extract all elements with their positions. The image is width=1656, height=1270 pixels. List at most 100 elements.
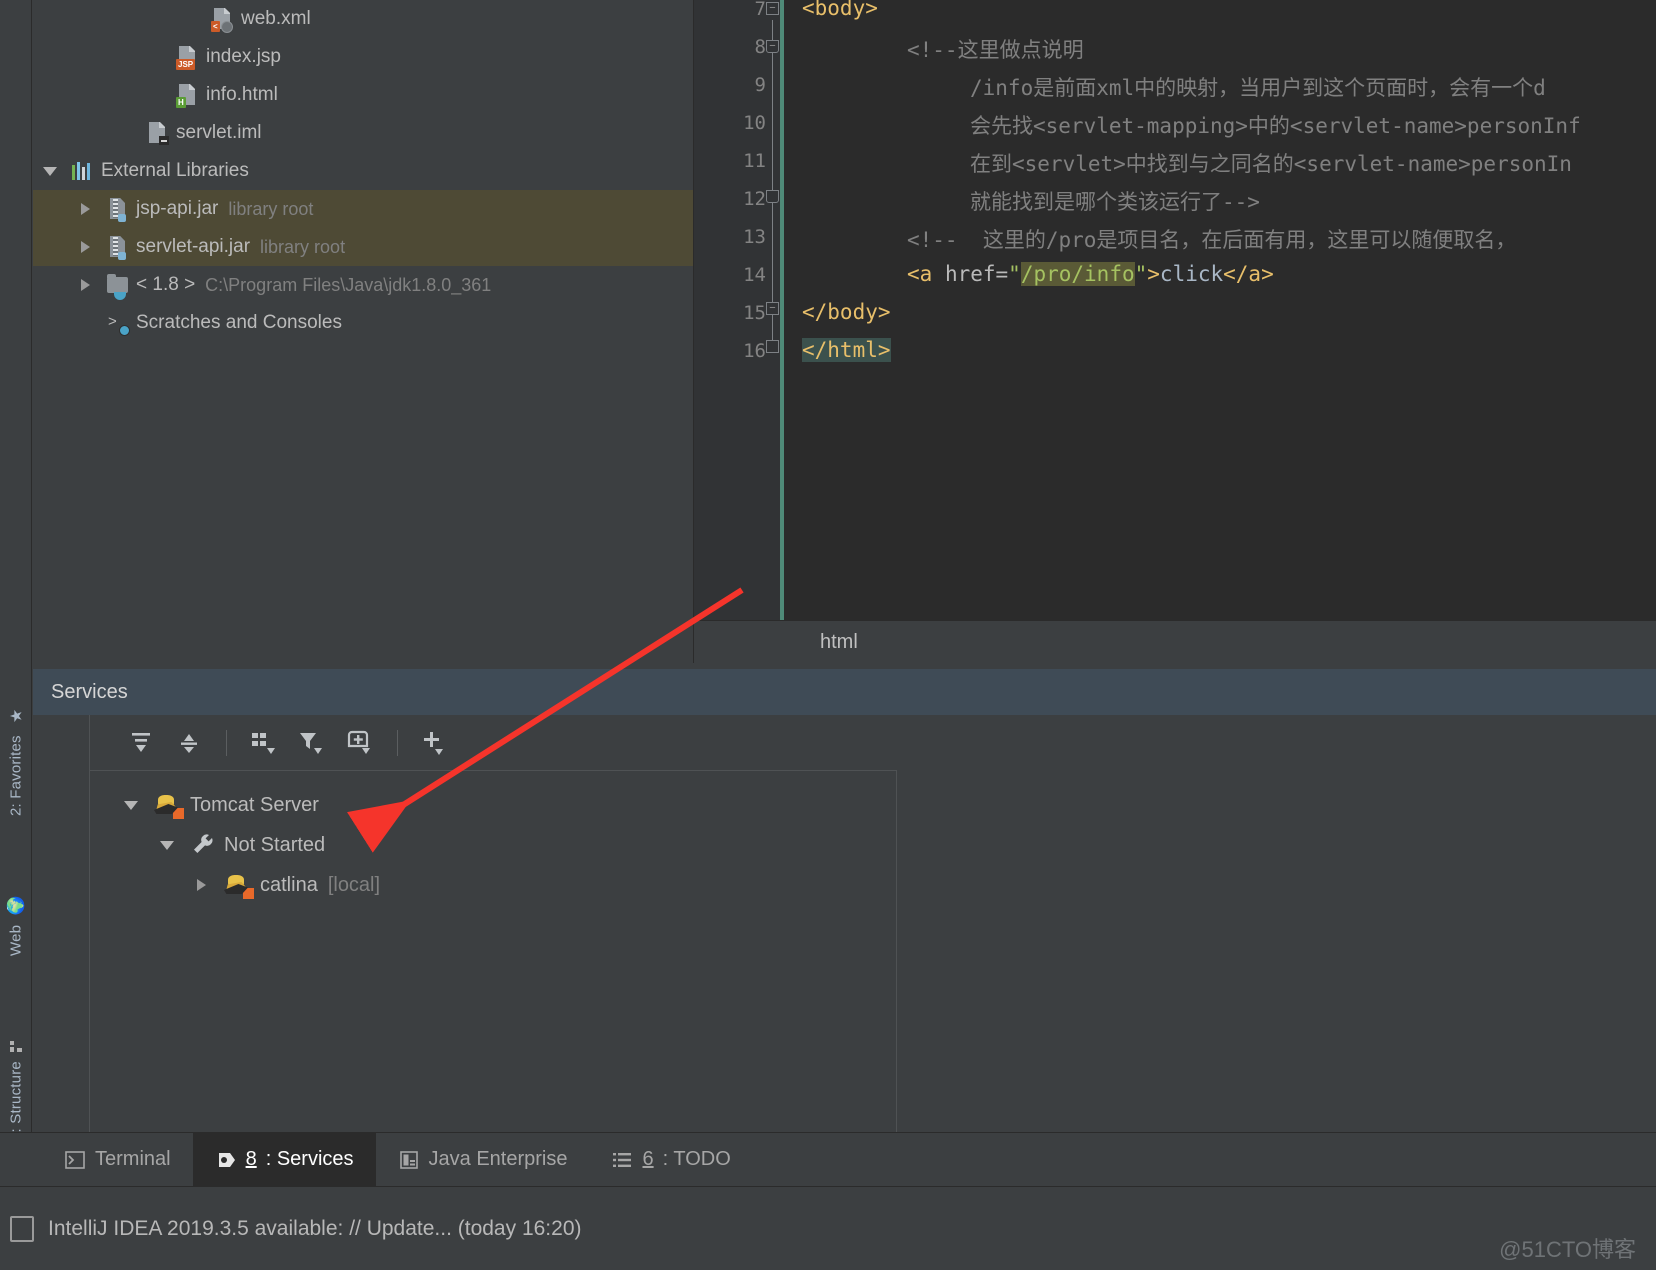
- status-widget-icon[interactable]: [10, 1215, 34, 1242]
- star-icon: ★: [6, 708, 26, 726]
- project-tool-window: < web.xml JSP index.jsp Hinfo.html servlet.im…: [33, 0, 694, 663]
- tree-item-jsp-api[interactable]: jsp-api.jar library root: [33, 190, 693, 228]
- services-left-rail: [66, 715, 90, 1132]
- chevron-down-icon[interactable]: [160, 837, 176, 853]
- tree-item-jdk[interactable]: < 1.8 > C:\Program Files\Java\jdk1.8.0_36…: [33, 266, 693, 304]
- expand-all-icon[interactable]: [120, 722, 162, 764]
- services-tree[interactable]: Tomcat Server Not Started catlina [local]: [89, 771, 897, 1132]
- service-item-label: Not Started: [224, 833, 326, 856]
- jar-icon: [104, 196, 130, 222]
- code-token: <a: [907, 262, 945, 286]
- wrench-icon: [190, 832, 216, 858]
- terminal-icon: [64, 1149, 86, 1171]
- line-number: 12: [743, 188, 766, 210]
- code-line[interactable]: 就能找到是哪个类该运行了-->: [970, 186, 1260, 216]
- tree-item-label: index.jsp: [206, 46, 281, 67]
- tree-item-servlet-api[interactable]: servlet-api.jar library root: [33, 228, 693, 266]
- line-number: 7: [754, 0, 766, 20]
- code-token: <!--这里做点说明: [907, 38, 1084, 62]
- editor-gutter: 7 8 9 10 11 12 13 14 15 16 − − −: [694, 0, 784, 620]
- tab-java-enterprise[interactable]: Java Enterprise: [376, 1133, 590, 1187]
- services-tool-window: Tomcat Server Not Started catlina [local]: [33, 715, 1656, 1132]
- tree-item-scratches[interactable]: > Scratches and Consoles: [33, 304, 693, 342]
- structure-label: 7: Structure: [7, 1061, 25, 1141]
- tree-item-label: info.html: [206, 84, 278, 105]
- chevron-right-icon[interactable]: [78, 239, 94, 255]
- tab-services[interactable]: 8: Services: [192, 1132, 376, 1187]
- sidebar-item-web[interactable]: Web 🌍: [0, 855, 32, 960]
- code-line[interactable]: </body>: [802, 300, 891, 324]
- code-text-area[interactable]: <body> <!--这里做点说明/info是前面xml中的映射，当用户到这个页面…: [784, 0, 1656, 620]
- tab-mnemonic: 6: [642, 1148, 654, 1170]
- tab-todo[interactable]: 6: TODO: [589, 1133, 752, 1187]
- breadcrumb[interactable]: html: [694, 620, 1656, 664]
- web-label: Web: [7, 924, 25, 956]
- chevron-right-icon[interactable]: [194, 877, 210, 893]
- add-tab-icon[interactable]: [339, 722, 381, 764]
- code-line[interactable]: 在到<servlet>中找到与之同名的<servlet-name>personI…: [970, 148, 1572, 178]
- watermark: @51CTO博客: [1499, 1237, 1636, 1262]
- fold-mark-body-end[interactable]: −: [766, 302, 779, 315]
- code-line[interactable]: <!--这里做点说明: [907, 34, 1084, 64]
- line-number: 16: [743, 340, 766, 362]
- service-item-catlina[interactable]: catlina [local]: [90, 865, 896, 905]
- tab-label: Java Enterprise: [428, 1148, 568, 1170]
- fold-mark-comment-end[interactable]: [766, 190, 779, 203]
- collapse-all-icon[interactable]: [168, 722, 210, 764]
- code-line[interactable]: 会先找<servlet-mapping>中的<servlet-name>pers…: [970, 110, 1581, 140]
- chevron-down-icon[interactable]: [43, 163, 59, 179]
- services-title-label: Services: [51, 680, 128, 703]
- add-icon[interactable]: [414, 722, 456, 764]
- service-item-not-started[interactable]: Not Started: [90, 825, 896, 865]
- sidebar-item-favorites[interactable]: 2: Favorites ★: [0, 660, 32, 820]
- chevron-down-icon[interactable]: [124, 797, 140, 813]
- fold-mark-html-end[interactable]: [766, 340, 779, 353]
- line-number: 9: [754, 74, 766, 96]
- intellij-idea-window: 2: Favorites ★ Web 🌍 7: Structure < web.x…: [0, 0, 1656, 1270]
- status-message[interactable]: IntelliJ IDEA 2019.3.5 available: // Upd…: [48, 1217, 582, 1241]
- breadcrumb-html[interactable]: html: [820, 631, 858, 654]
- group-by-icon[interactable]: [243, 722, 285, 764]
- java-ee-icon: [398, 1149, 420, 1171]
- code-token: 会先找<servlet-mapping>中的<servlet-name>pers…: [970, 114, 1581, 138]
- code-token: </a>: [1223, 262, 1274, 286]
- service-item-sublabel: [local]: [327, 873, 381, 896]
- filter-icon[interactable]: [291, 722, 333, 764]
- code-line[interactable]: <!-- 这里的/pro是项目名，在后面有用，这里可以随便取名，: [907, 224, 1516, 254]
- tab-terminal[interactable]: Terminal: [42, 1133, 193, 1187]
- code-token: </html>: [802, 338, 891, 362]
- code-line[interactable]: /info是前面xml中的映射，当用户到这个页面时，会有一个d: [970, 72, 1546, 102]
- tree-item-servlet-iml[interactable]: servlet.iml: [33, 114, 693, 152]
- line-number: 15: [743, 302, 766, 324]
- fold-mark-body[interactable]: −: [766, 2, 779, 15]
- jar-icon: [104, 234, 130, 260]
- code-token: /info是前面xml中的映射，当用户到这个页面时，会有一个d: [970, 76, 1546, 100]
- code-line[interactable]: </html>: [802, 338, 891, 362]
- chevron-right-icon[interactable]: [78, 201, 94, 217]
- project-tree: < web.xml JSP index.jsp Hinfo.html servlet.im…: [33, 0, 693, 342]
- code-token: ": [1008, 262, 1021, 286]
- fold-mark-comment[interactable]: −: [766, 40, 779, 53]
- tab-label: : Services: [265, 1148, 354, 1170]
- code-editor[interactable]: 7 8 9 10 11 12 13 14 15 16 − − − <body> <!--这里做点说明…: [694, 0, 1656, 620]
- service-item-tomcat-server[interactable]: Tomcat Server: [90, 771, 896, 825]
- sidebar-item-structure[interactable]: 7: Structure: [0, 985, 32, 1145]
- code-line[interactable]: <body>: [802, 0, 878, 20]
- tree-item-index-jsp[interactable]: JSP index.jsp: [33, 38, 693, 76]
- iml-file-icon: [144, 120, 170, 146]
- code-line[interactable]: <a href="/pro/info">click</a>: [907, 262, 1274, 286]
- code-token: </body>: [802, 300, 891, 324]
- tree-item-web-xml[interactable]: < web.xml: [33, 0, 693, 38]
- tree-item-ext-libs[interactable]: External Libraries: [33, 152, 693, 190]
- line-number: 10: [743, 112, 766, 134]
- scratches-icon: >: [104, 310, 130, 336]
- xml-file-icon: <: [209, 6, 235, 33]
- left-tool-strip: 2: Favorites ★ Web 🌍 7: Structure: [0, 0, 32, 1232]
- chevron-right-icon[interactable]: [78, 277, 94, 293]
- code-token: <!-- 这里的/pro是项目名，在后面有用，这里可以随便取名，: [907, 228, 1517, 252]
- globe-icon: 🌍: [6, 898, 26, 916]
- tree-item-info-html[interactable]: Hinfo.html: [33, 76, 693, 114]
